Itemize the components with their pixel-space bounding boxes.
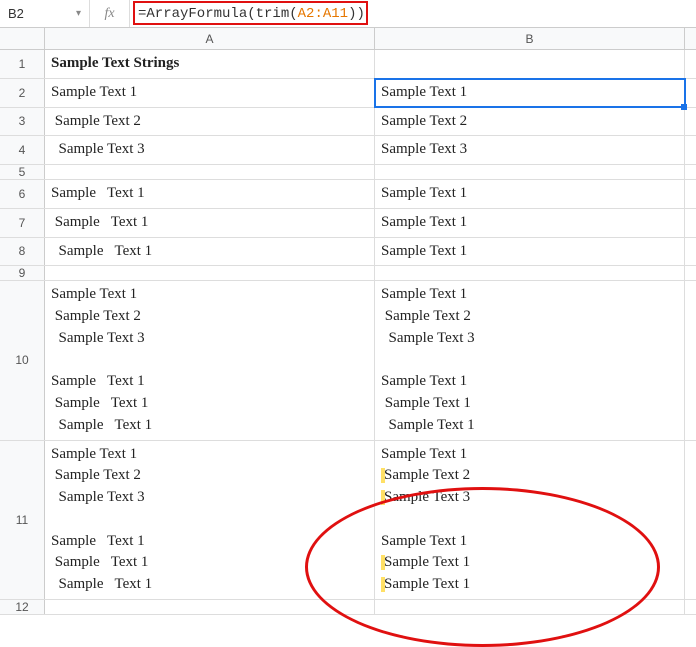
cell[interactable] — [375, 165, 685, 179]
table-row: 11Sample Text 1 Sample Text 2 Sample Tex… — [0, 441, 696, 600]
cell-text: Sample Text 3 — [384, 489, 470, 505]
table-row: 9 — [0, 266, 696, 281]
cell-line: Sample Text 1 — [381, 444, 678, 466]
cell-text: Sample Text 1 — [384, 554, 470, 570]
cell[interactable]: Sample Text 1 Sample Text 2 Sample Text … — [375, 281, 685, 439]
cell-reference: B2 — [8, 6, 24, 21]
table-row: 4 Sample Text 3Sample Text 3 — [0, 136, 696, 165]
fx-icon: fx — [90, 0, 130, 27]
cell-line: Sample Text 1 — [381, 552, 678, 574]
table-row: 6Sample Text 1Sample Text 1 — [0, 180, 696, 209]
select-all-corner[interactable] — [0, 28, 45, 49]
spreadsheet-grid: A B 1Sample Text Strings2Sample Text 1Sa… — [0, 28, 696, 615]
cell-line: Sample Text 3 — [381, 487, 678, 509]
table-row: 10Sample Text 1 Sample Text 2 Sample Tex… — [0, 281, 696, 440]
cell[interactable]: Sample Text 3 — [45, 136, 375, 164]
cell-line — [381, 509, 678, 531]
cell-line: Sample Text 1 — [381, 415, 678, 437]
cell[interactable] — [45, 266, 375, 280]
cell[interactable]: Sample Text 1 Sample Text 2 Sample Text … — [45, 281, 375, 439]
cell[interactable]: Sample Text 1Sample Text 2Sample Text 3 … — [375, 441, 685, 599]
cell-text: Sample Text 2 — [381, 308, 471, 324]
row-header[interactable]: 6 — [0, 180, 45, 208]
column-header-a[interactable]: A — [45, 28, 375, 49]
cell-text: Sample Text 1 — [381, 373, 467, 389]
formula-input[interactable]: =ArrayFormula(trim(A2:A11)) — [130, 0, 696, 27]
cell[interactable]: Sample Text 1 — [375, 180, 685, 208]
cell-text: Sample Text 1 — [384, 576, 470, 592]
cell[interactable] — [375, 50, 685, 78]
table-row: 12 — [0, 600, 696, 615]
cell-text: Sample Text 2 — [384, 467, 470, 483]
cell-line: Sample Text 1 — [381, 531, 678, 553]
table-row: 1Sample Text Strings — [0, 50, 696, 79]
cell-line: Sample Text 1 — [381, 393, 678, 415]
row-header[interactable]: 12 — [0, 600, 45, 614]
cell[interactable] — [45, 600, 375, 614]
row-header[interactable]: 2 — [0, 79, 45, 107]
row-header[interactable]: 10 — [0, 281, 45, 439]
name-box[interactable]: B2 ▾ — [0, 0, 90, 27]
cell[interactable]: Sample Text 1 — [375, 79, 685, 107]
cell[interactable] — [375, 266, 685, 280]
cell-line: Sample Text 2 — [381, 465, 678, 487]
cell[interactable]: Sample Text 2 — [375, 108, 685, 136]
row-header[interactable]: 8 — [0, 238, 45, 266]
table-row: 5 — [0, 165, 696, 180]
formula-text-arg: A2:A11 — [298, 6, 348, 22]
cell-line: Sample Text 1 — [381, 284, 678, 306]
row-header[interactable]: 4 — [0, 136, 45, 164]
dropdown-icon[interactable]: ▾ — [76, 8, 81, 19]
cell-text: Sample Text 1 — [381, 395, 471, 411]
cell-text: Sample Text 1 — [381, 417, 475, 433]
cell[interactable] — [375, 600, 685, 614]
cell-line: Sample Text 2 — [381, 306, 678, 328]
cell-line: Sample Text 1 — [381, 371, 678, 393]
cell-line: Sample Text 1 — [381, 574, 678, 596]
table-row: 3 Sample Text 2Sample Text 2 — [0, 108, 696, 137]
cell[interactable]: Sample Text 1 — [45, 180, 375, 208]
row-header[interactable]: 1 — [0, 50, 45, 78]
column-header-b[interactable]: B — [375, 28, 685, 49]
cell-line: Sample Text 3 — [381, 328, 678, 350]
cell[interactable] — [45, 165, 375, 179]
cell[interactable]: Sample Text 1 — [375, 209, 685, 237]
cell[interactable]: Sample Text 3 — [375, 136, 685, 164]
cell[interactable]: Sample Text 1 — [375, 238, 685, 266]
cell[interactable]: Sample Text 1 — [45, 79, 375, 107]
cell-text: Sample Text 1 — [381, 286, 467, 302]
formula-bar: B2 ▾ fx =ArrayFormula(trim(A2:A11)) — [0, 0, 696, 28]
table-row: 2Sample Text 1Sample Text 1 — [0, 79, 696, 108]
formula-text-prefix: =ArrayFormula(trim( — [138, 6, 298, 22]
row-header[interactable]: 11 — [0, 441, 45, 599]
formula-text-suffix: )) — [348, 6, 365, 22]
cell[interactable]: Sample Text 1 — [45, 209, 375, 237]
row-header[interactable]: 9 — [0, 266, 45, 280]
table-row: 7 Sample Text 1Sample Text 1 — [0, 209, 696, 238]
cell[interactable]: Sample Text 2 — [45, 108, 375, 136]
column-headers: A B — [0, 28, 696, 50]
cell-line — [381, 350, 678, 372]
cell-text: Sample Text 3 — [381, 330, 475, 346]
cell[interactable]: Sample Text 1 Sample Text 2 Sample Text … — [45, 441, 375, 599]
table-row: 8 Sample Text 1Sample Text 1 — [0, 238, 696, 267]
cell[interactable]: Sample Text Strings — [45, 50, 375, 78]
cell-text: Sample Text 1 — [381, 533, 467, 549]
row-header[interactable]: 5 — [0, 165, 45, 179]
cell[interactable]: Sample Text 1 — [45, 238, 375, 266]
cell-text: Sample Text 1 — [381, 446, 467, 462]
row-header[interactable]: 7 — [0, 209, 45, 237]
row-header[interactable]: 3 — [0, 108, 45, 136]
